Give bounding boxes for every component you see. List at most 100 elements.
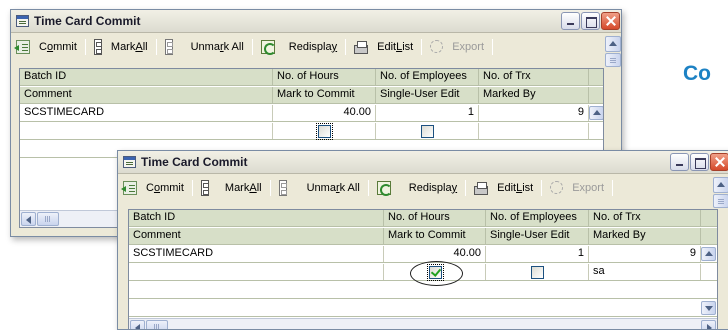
col-header-marked-by[interactable]: Marked By xyxy=(479,87,589,103)
toolbar-separator xyxy=(612,179,613,196)
window-icon xyxy=(123,156,136,168)
col-header-single-user-edit[interactable]: Single-User Edit xyxy=(376,87,479,103)
time-card-commit-window-front: Time Card Commit Co mmit Mark All Unma r k … xyxy=(117,150,728,330)
col-header-comment[interactable]: Comment xyxy=(20,87,273,103)
col-header-no-of-hours[interactable]: No. of Hours xyxy=(384,210,486,226)
maximize-button[interactable] xyxy=(581,12,600,30)
toolbar-scroll-up[interactable] xyxy=(605,36,621,52)
toolbar-separator xyxy=(367,179,369,196)
mark-all-icon xyxy=(93,38,102,55)
window-icon xyxy=(16,15,29,27)
marked-by-cell: sa xyxy=(589,264,701,280)
export-button[interactable]: Export xyxy=(545,177,609,198)
export-icon xyxy=(550,181,564,194)
mark-all-button[interactable]: Mark All xyxy=(89,36,153,57)
trx-cell: 9 xyxy=(479,105,589,121)
col-header-no-of-trx[interactable]: No. of Trx xyxy=(479,69,589,85)
toolbar: Co mmit Mark All Unma r k All Redispla y Edi… xyxy=(11,34,496,59)
commit-button[interactable]: Co mmit xyxy=(11,36,82,57)
toolbar-scroll-thumb[interactable] xyxy=(605,53,621,67)
commit-icon xyxy=(121,180,137,195)
unmark-all-button[interactable]: Unma r k All xyxy=(274,177,365,198)
table-row xyxy=(129,282,717,299)
redisplay-icon xyxy=(376,180,392,196)
grid-header-row: Batch ID No. of Hours No. of Employees N… xyxy=(20,69,603,86)
col-header-batch-id[interactable]: Batch ID xyxy=(20,69,273,85)
scroll-left-button[interactable] xyxy=(21,212,36,226)
toolbar-separator xyxy=(421,38,423,55)
toolbar-separator xyxy=(541,179,543,196)
table-row xyxy=(129,300,717,317)
trx-cell: 9 xyxy=(589,246,701,262)
close-button[interactable] xyxy=(601,12,620,30)
unmark-all-icon xyxy=(278,179,287,196)
table-row[interactable]: SCSTIMECARD 40.00 1 9 xyxy=(20,105,603,122)
col-header-mark-to-commit[interactable]: Mark to Commit xyxy=(273,87,376,103)
horizontal-scrollbar[interactable] xyxy=(129,318,717,329)
toolbar: Co mmit Mark All Unma r k All Redispla y Edi… xyxy=(118,175,616,200)
title-bar[interactable]: Time Card Commit xyxy=(118,151,728,174)
grid-scroll-down[interactable] xyxy=(701,301,716,315)
toolbar-separator xyxy=(84,38,86,55)
comment-cell[interactable] xyxy=(20,123,273,139)
commit-button[interactable]: Co mmit xyxy=(118,177,189,198)
window-title: Time Card Commit xyxy=(141,155,248,169)
table-row[interactable] xyxy=(20,123,603,140)
mark-to-commit-checkbox[interactable] xyxy=(316,123,333,140)
scroll-thumb[interactable] xyxy=(146,320,168,329)
toolbar-separator xyxy=(155,38,157,55)
single-user-edit-checkbox[interactable] xyxy=(421,125,434,138)
window-title: Time Card Commit xyxy=(34,14,141,28)
toolbar-separator xyxy=(269,179,271,196)
scroll-right-button[interactable] xyxy=(701,320,716,329)
single-user-edit-checkbox[interactable] xyxy=(531,266,544,279)
edit-list-button[interactable]: Edit List xyxy=(469,177,538,198)
redisplay-button[interactable]: Redispla y xyxy=(372,177,462,198)
col-header-mark-to-commit[interactable]: Mark to Commit xyxy=(384,228,486,244)
grid-scroll-up[interactable] xyxy=(589,106,603,120)
batch-id-cell: SCSTIMECARD xyxy=(129,246,384,262)
col-header-no-of-hours[interactable]: No. of Hours xyxy=(273,69,376,85)
edit-list-button[interactable]: Edit List xyxy=(349,36,418,57)
col-header-batch-id[interactable]: Batch ID xyxy=(129,210,384,226)
toolbar-separator xyxy=(492,38,493,55)
export-button[interactable]: Export xyxy=(425,36,489,57)
col-header-comment[interactable]: Comment xyxy=(129,228,384,244)
title-bar[interactable]: Time Card Commit xyxy=(11,10,621,33)
marked-by-cell xyxy=(479,123,589,139)
col-header-single-user-edit[interactable]: Single-User Edit xyxy=(486,228,589,244)
toolbar-scroll-thumb[interactable] xyxy=(713,194,728,208)
col-header-no-of-employees[interactable]: No. of Employees xyxy=(376,69,479,85)
grid-scroll-up[interactable] xyxy=(701,247,716,261)
redisplay-button[interactable]: Redispla y xyxy=(256,36,342,57)
toolbar-separator xyxy=(251,38,253,55)
col-header-marked-by[interactable]: Marked By xyxy=(589,228,701,244)
scroll-thumb[interactable] xyxy=(37,212,59,226)
grid-header-row: Comment Mark to Commit Single-User Edit … xyxy=(20,87,603,104)
toolbar-scroll-up[interactable] xyxy=(713,177,728,193)
toolbar-separator xyxy=(191,179,193,196)
col-header-no-of-trx[interactable]: No. of Trx xyxy=(589,210,701,226)
unmark-all-button[interactable]: Unma r k All xyxy=(160,36,249,57)
mark-all-icon xyxy=(200,179,209,196)
col-header-no-of-employees[interactable]: No. of Employees xyxy=(486,210,589,226)
minimize-button[interactable] xyxy=(561,12,580,30)
close-button[interactable] xyxy=(710,153,728,171)
toolbar-separator xyxy=(345,38,347,55)
printer-icon xyxy=(354,41,369,54)
comment-cell[interactable] xyxy=(129,264,384,280)
scroll-left-button[interactable] xyxy=(130,320,145,329)
background-heading: Co xyxy=(683,62,711,85)
mark-all-button[interactable]: Mark All xyxy=(196,177,267,198)
grid-header-row: Comment Mark to Commit Single-User Edit … xyxy=(129,228,717,245)
table-row[interactable]: sa xyxy=(129,261,717,286)
table-row[interactable]: SCSTIMECARD 40.00 1 9 xyxy=(129,246,717,263)
mark-to-commit-checkbox[interactable] xyxy=(427,264,444,281)
maximize-button[interactable] xyxy=(690,153,709,171)
redisplay-icon xyxy=(260,39,276,55)
commit-icon xyxy=(14,39,30,54)
hours-cell: 40.00 xyxy=(384,246,486,262)
hours-cell: 40.00 xyxy=(273,105,376,121)
batch-id-cell: SCSTIMECARD xyxy=(20,105,273,121)
minimize-button[interactable] xyxy=(670,153,689,171)
